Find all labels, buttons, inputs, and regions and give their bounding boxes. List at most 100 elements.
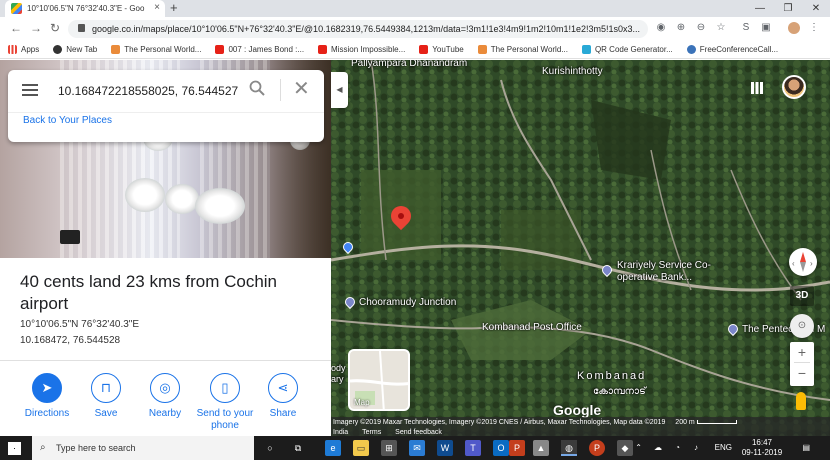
map-label[interactable]: കോമ്പനാട്: [593, 386, 646, 397]
search-icon: ⌕: [40, 442, 46, 453]
maps-content: ✕ Back to Your Places 40 cents land 23 k…: [0, 60, 830, 436]
send-to-phone-button[interactable]: ▯ Send to your phone: [194, 373, 256, 432]
clock[interactable]: 16:47 09-11-2019: [740, 438, 784, 458]
footer-terms[interactable]: Terms: [362, 429, 381, 436]
share-icon: ⋖: [268, 373, 298, 403]
bookmarks-bar: Apps New Tab The Personal World... 007 :…: [0, 41, 830, 59]
bookmark-youtube[interactable]: YouTube: [419, 45, 464, 54]
taskbar-search-placeholder: Type here to search: [56, 443, 136, 453]
new-tab-button[interactable]: +: [170, 0, 178, 15]
bookmark-qr-code[interactable]: QR Code Generator...: [581, 45, 673, 54]
maximize-icon[interactable]: ❐: [774, 0, 802, 17]
star-burst-icon: [111, 45, 121, 54]
compass-icon[interactable]: ‹ ›: [789, 248, 817, 276]
map-label[interactable]: ody ary: [331, 363, 346, 385]
footer-india[interactable]: India: [333, 429, 348, 436]
user-avatar[interactable]: [782, 75, 806, 99]
pegman-icon[interactable]: [796, 392, 806, 410]
search-divider: [280, 79, 281, 101]
browser-toolbar: ← → ↻ google.co.in/maps/place/10°10'06.5…: [0, 17, 830, 41]
back-arrow-icon[interactable]: ←: [10, 21, 22, 35]
forward-arrow-icon[interactable]: →: [30, 21, 42, 35]
windows-start-icon[interactable]: [8, 442, 21, 455]
word-icon[interactable]: W: [437, 440, 453, 456]
extension-icon[interactable]: ▣: [760, 22, 772, 34]
location-icon[interactable]: ◉: [655, 22, 667, 34]
zoom-in-button[interactable]: +: [790, 342, 814, 362]
map-layer-toggle[interactable]: Map: [348, 349, 410, 411]
app-icon[interactable]: ◆: [617, 440, 633, 456]
reload-icon[interactable]: ↻: [50, 21, 60, 35]
hamburger-menu-icon[interactable]: [22, 84, 38, 96]
youtube-icon: [419, 45, 429, 54]
map-label[interactable]: Kombanad Post Office: [482, 322, 582, 333]
bookmark-mission-impossible[interactable]: Mission Impossible...: [318, 45, 405, 54]
map-label[interactable]: Pallyampara Dhanandram: [351, 60, 467, 69]
map-label[interactable]: Krariyely Service Co-operative Bank...: [617, 260, 747, 284]
close-window-icon[interactable]: ✕: [802, 0, 830, 17]
bookmark-james-bond[interactable]: 007 : James Bond :...: [215, 45, 304, 54]
wifi-icon[interactable]: ◔: [675, 443, 680, 452]
svg-text:‹: ‹: [792, 259, 795, 268]
footer-send-feedback[interactable]: Send feedback: [395, 429, 442, 436]
share-button[interactable]: ⋖ Share: [253, 373, 313, 420]
apps-grid-icon[interactable]: [751, 82, 763, 94]
bookmark-freeconferencecall[interactable]: FreeConferenceCall...: [686, 45, 778, 54]
search-input[interactable]: [58, 82, 244, 100]
google-maps-favicon-icon: [11, 3, 22, 14]
mail-icon[interactable]: ✉: [409, 440, 425, 456]
directions-button[interactable]: ➤ Directions: [17, 373, 77, 420]
url-text: google.co.in/maps/place/10°10'06.5"N+76°…: [92, 24, 641, 34]
task-view-icon[interactable]: ⧉: [290, 440, 306, 456]
outlook-icon[interactable]: O: [493, 440, 509, 456]
cortana-icon[interactable]: ○: [262, 440, 278, 456]
language-indicator[interactable]: ENG: [715, 443, 732, 452]
zoom-icon[interactable]: ⊖: [695, 22, 707, 34]
collapse-panel-button[interactable]: ◀: [331, 72, 348, 108]
tray-arrow-icon[interactable]: ⌃: [635, 443, 642, 452]
photos-icon[interactable]: ▲: [533, 440, 549, 456]
3d-view-button[interactable]: 3D: [790, 286, 814, 306]
add-icon[interactable]: ⊕: [675, 22, 687, 34]
minimize-icon[interactable]: —: [746, 0, 774, 17]
cloud-icon[interactable]: ☁: [654, 443, 662, 452]
address-bar[interactable]: google.co.in/maps/place/10°10'06.5"N+76°…: [68, 20, 648, 38]
place-panel: ✕ Back to Your Places 40 cents land 23 k…: [0, 60, 331, 436]
bookmark-personal-world-2[interactable]: The Personal World...: [477, 45, 568, 54]
bookmark-new-tab[interactable]: New Tab: [53, 45, 97, 54]
zoom-out-button[interactable]: −: [790, 363, 814, 383]
bookmark-personal-world-1[interactable]: The Personal World...: [111, 45, 201, 54]
zoom-controls: + −: [790, 342, 814, 386]
powerpoint-icon[interactable]: P: [589, 440, 605, 456]
back-to-your-places-link[interactable]: Back to Your Places: [23, 115, 112, 126]
map-label[interactable]: Kurishinthotty: [542, 66, 603, 77]
teams-icon[interactable]: T: [465, 440, 481, 456]
menu-dots-icon[interactable]: ⋮: [808, 22, 820, 34]
profile-avatar[interactable]: [788, 22, 800, 34]
powerpoint-app-icon[interactable]: P: [509, 440, 525, 456]
notification-icon[interactable]: ▤: [802, 443, 810, 452]
close-icon[interactable]: ✕: [293, 76, 310, 101]
bookmark-apps[interactable]: Apps: [8, 45, 39, 54]
tab-close-icon[interactable]: ×: [154, 2, 160, 13]
store-icon[interactable]: ⊞: [381, 440, 397, 456]
volume-icon[interactable]: ♪: [694, 443, 698, 452]
tab-title: 10°10'06.5"N 76°32'40.3"E - Goo: [27, 4, 145, 13]
chrome-taskbar-icon[interactable]: ◍: [561, 440, 577, 456]
skype-icon[interactable]: S: [740, 22, 752, 34]
my-location-icon[interactable]: ⊙: [790, 314, 814, 338]
nearby-button[interactable]: ◎ Nearby: [135, 373, 195, 420]
star-icon[interactable]: ☆: [715, 22, 727, 34]
scale-label[interactable]: 200 m: [675, 419, 694, 426]
edge-icon[interactable]: e: [325, 440, 341, 456]
file-explorer-icon[interactable]: ▭: [353, 440, 369, 456]
flower: [165, 184, 199, 214]
browser-tab[interactable]: 10°10'06.5"N 76°32'40.3"E - Goo ×: [5, 0, 165, 17]
search-icon[interactable]: [249, 80, 267, 100]
map-label[interactable]: Chooramudy Junction: [359, 297, 456, 308]
taskbar-search[interactable]: ⌕ Type here to search: [32, 436, 254, 460]
save-button[interactable]: ⊓ Save: [76, 373, 136, 420]
map-label[interactable]: Kombanad: [577, 370, 646, 382]
satellite-map[interactable]: Pallyampara Dhanandram Kurishinthotty Kr…: [331, 60, 830, 436]
globe-icon: [53, 45, 63, 54]
